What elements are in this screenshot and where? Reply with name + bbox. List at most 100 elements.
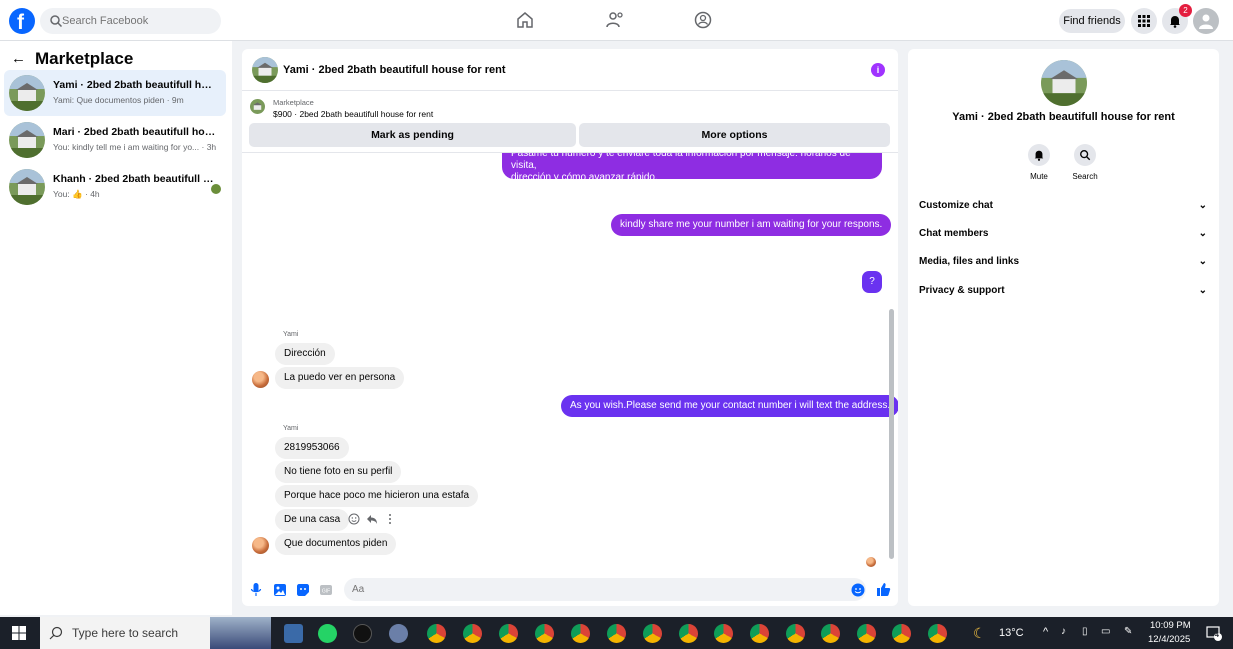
- notification-badge: 2: [1179, 4, 1192, 17]
- gif-icon[interactable]: GIF: [319, 583, 333, 597]
- temperature[interactable]: 13°C: [999, 627, 1024, 639]
- message-bubble-outgoing[interactable]: kindly share me your number i am waiting…: [611, 214, 892, 236]
- info-icon[interactable]: i: [871, 63, 885, 77]
- svg-text:GIF: GIF: [322, 589, 330, 595]
- chrome-app-icon[interactable]: [786, 624, 805, 643]
- whatsapp-app-icon[interactable]: [318, 624, 337, 643]
- chrome-app-icon[interactable]: [571, 624, 590, 643]
- sender-avatar[interactable]: [252, 537, 269, 554]
- clock-time[interactable]: 10:09 PM: [1150, 620, 1191, 631]
- message-bubble-outgoing[interactable]: ?: [862, 271, 882, 293]
- back-arrow-icon[interactable]: ←: [11, 50, 26, 67]
- network-icon[interactable]: ▭: [1101, 626, 1110, 637]
- account-avatar[interactable]: [1193, 8, 1219, 34]
- user-icon: [1199, 14, 1213, 29]
- chrome-app-icon[interactable]: [714, 624, 733, 643]
- groups-icon[interactable]: [693, 10, 713, 30]
- chrome-app-icon[interactable]: [928, 624, 947, 643]
- search-icon: [49, 626, 63, 640]
- message-bubble-incoming[interactable]: Dirección: [275, 343, 335, 365]
- sticker-icon[interactable]: [296, 583, 310, 597]
- bell-icon: [1170, 16, 1180, 28]
- message-input[interactable]: [344, 578, 866, 601]
- message-bubble-incoming[interactable]: Que documentos piden: [275, 533, 397, 555]
- message-composer: GIF: [242, 573, 898, 606]
- chrome-app-icon[interactable]: [892, 624, 911, 643]
- chrome-app-icon[interactable]: [463, 624, 482, 643]
- chat-title[interactable]: Yami · 2bed 2bath beautifull house for r…: [283, 64, 505, 76]
- conversation-name: Khanh · 2bed 2bath beautifull h...: [53, 173, 218, 185]
- scrollbar-thumb[interactable]: [889, 309, 894, 559]
- notification-center-button[interactable]: 4: [1206, 625, 1222, 641]
- show-hidden-icons[interactable]: ^: [1043, 626, 1048, 638]
- conversation-item[interactable]: Yami · 2bed 2bath beautifull house... Ya…: [4, 70, 226, 116]
- battery-icon[interactable]: ▯: [1082, 626, 1088, 637]
- customize-chat-section[interactable]: Customize chat ⌄: [919, 200, 1207, 220]
- moon-weather-icon[interactable]: ☾: [973, 625, 986, 642]
- chat-members-section[interactable]: Chat members ⌄: [919, 228, 1207, 248]
- chrome-app-icon[interactable]: [427, 624, 446, 643]
- windows-start-icon[interactable]: [12, 626, 26, 640]
- message-bubble-incoming[interactable]: 2819953066: [275, 437, 349, 459]
- search-input[interactable]: [62, 11, 212, 31]
- chrome-app-icon[interactable]: [607, 624, 626, 643]
- conversation-item[interactable]: Khanh · 2bed 2bath beautifull h... You: …: [4, 164, 226, 210]
- chrome-app-icon[interactable]: [821, 624, 840, 643]
- mark-pending-button[interactable]: Mark as pending: [249, 123, 576, 147]
- find-friends-button[interactable]: Find friends: [1059, 9, 1125, 33]
- message-bubble-outgoing[interactable]: Pásame tu número y te enviaré toda la in…: [502, 153, 882, 183]
- conversation-preview: Yami: Que documentos piden · 9m: [53, 95, 184, 105]
- more-options-button[interactable]: More options: [579, 123, 890, 147]
- chrome-app-icon[interactable]: [499, 624, 518, 643]
- search-label: Search: [1072, 172, 1098, 181]
- search-in-chat-button[interactable]: Search: [1060, 144, 1110, 181]
- clock-date[interactable]: 12/4/2025: [1148, 634, 1190, 645]
- notification-count: 4: [1215, 632, 1219, 639]
- menu-button[interactable]: [1131, 8, 1157, 34]
- thumbs-up-icon[interactable]: [876, 582, 891, 597]
- upwork-app-icon[interactable]: [353, 624, 372, 643]
- message-bubble-incoming[interactable]: No tiene foto en su perfil: [275, 461, 402, 483]
- top-navigation: f Find friends 2: [0, 0, 1233, 41]
- message-bubble-incoming[interactable]: De una casa: [275, 509, 350, 531]
- listing-photo[interactable]: [1041, 60, 1087, 106]
- conversation-item[interactable]: Mari · 2bed 2bath beautifull house... Yo…: [4, 117, 226, 163]
- media-files-links-section[interactable]: Media, files and links ⌄: [919, 256, 1207, 276]
- reply-icon[interactable]: [366, 513, 378, 525]
- image-attach-icon[interactable]: [273, 583, 287, 597]
- message-bubble-incoming[interactable]: Porque hace poco me hicieron una estafa: [275, 485, 479, 507]
- message-bubble-outgoing[interactable]: As you wish.Please send me your contact …: [561, 395, 898, 417]
- bell-icon: [1034, 150, 1044, 161]
- listing-price-title[interactable]: $900 · 2bed 2bath beautifull house for r…: [273, 109, 433, 119]
- conversation-name: Yami · 2bed 2bath beautifull house...: [53, 79, 218, 91]
- search-icon: [1080, 150, 1091, 161]
- mute-button[interactable]: Mute: [1014, 144, 1064, 181]
- listing-thumbnail: [9, 122, 45, 158]
- privacy-support-section[interactable]: Privacy & support ⌄: [919, 285, 1207, 305]
- sender-avatar[interactable]: [252, 371, 269, 388]
- chrome-app-icon[interactable]: [679, 624, 698, 643]
- microphone-icon[interactable]: [250, 583, 262, 597]
- facebook-logo[interactable]: f: [9, 8, 35, 34]
- friends-icon[interactable]: [605, 10, 625, 30]
- chrome-app-icon[interactable]: [857, 624, 876, 643]
- chat-header: Yami · 2bed 2bath beautifull house for r…: [242, 49, 898, 91]
- calculator-app-icon[interactable]: [284, 624, 303, 643]
- home-icon[interactable]: [515, 10, 535, 30]
- search-bar[interactable]: [40, 8, 221, 34]
- chrome-app-icon[interactable]: [750, 624, 769, 643]
- more-actions-icon[interactable]: [388, 513, 392, 525]
- sender-name: Yami: [283, 331, 299, 338]
- react-emoji-icon[interactable]: [348, 513, 360, 525]
- chrome-app-icon[interactable]: [535, 624, 554, 643]
- taskbar-search[interactable]: Type here to search: [40, 617, 271, 649]
- emoji-icon[interactable]: [851, 583, 865, 597]
- chrome-app-icon[interactable]: [643, 624, 662, 643]
- volume-icon[interactable]: ♪: [1061, 626, 1066, 637]
- chat-avatar[interactable]: [252, 57, 278, 83]
- message-bubble-incoming[interactable]: La puedo ver en persona: [275, 367, 405, 389]
- app-icon[interactable]: [389, 624, 408, 643]
- pen-icon[interactable]: ✎: [1124, 626, 1132, 637]
- chat-details-panel: Yami · 2bed 2bath beautifull house for r…: [908, 49, 1219, 606]
- mute-label: Mute: [1030, 172, 1048, 181]
